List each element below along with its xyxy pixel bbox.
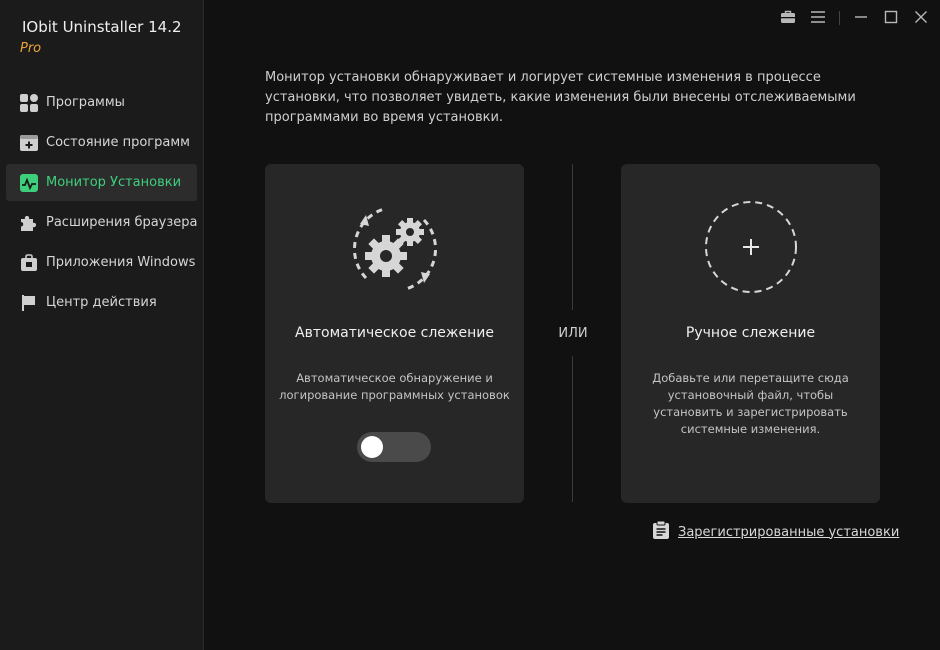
action-center-icon	[19, 293, 39, 313]
app-title: IObit Uninstaller 14.2	[22, 18, 182, 36]
program-status-icon	[19, 133, 39, 153]
sidebar-item-label: Расширения браузера	[46, 215, 198, 230]
sidebar-item-label: Состояние программ	[46, 135, 190, 150]
install-monitor-description: Монитор установки обнаруживает и логируе…	[265, 70, 856, 125]
minimize-icon	[854, 9, 868, 28]
gears-sync-icon	[265, 194, 524, 304]
sidebar-item-install-monitor[interactable]: Монитор Установки	[6, 164, 197, 201]
menu-icon	[810, 9, 826, 28]
sidebar: IObit Uninstaller 14.2 Pro Программы Сос…	[0, 0, 204, 650]
sidebar-item-browser-extensions[interactable]: Расширения браузера	[6, 204, 198, 241]
install-monitor-icon	[19, 173, 39, 193]
app-window: IObit Uninstaller 14.2 Pro Программы Сос…	[0, 0, 940, 650]
add-file-dropzone[interactable]	[621, 194, 880, 304]
sidebar-item-label: Приложения Windows	[46, 255, 196, 270]
or-label: ИЛИ	[558, 326, 588, 341]
maximize-button[interactable]	[876, 0, 906, 36]
toggle-knob	[361, 436, 383, 458]
sidebar-item-windows-apps[interactable]: Приложения Windows	[6, 244, 197, 281]
close-icon	[914, 9, 928, 28]
close-button[interactable]	[906, 0, 936, 36]
sidebar-item-label: Центр действия	[46, 295, 157, 310]
divider-line-top	[572, 164, 573, 310]
programs-icon	[19, 93, 39, 113]
manual-tracking-title: Ручное слежение	[685, 325, 816, 341]
window-controls	[773, 0, 940, 36]
clipboard-icon	[652, 520, 670, 544]
sidebar-item-label: Программы	[46, 95, 125, 110]
minimize-button[interactable]	[846, 0, 876, 36]
registered-installs-label: Зарегистрированные установки	[678, 524, 900, 540]
auto-tracking-title: Автоматическое слежение	[295, 325, 494, 341]
auto-tracking-description: Автоматическое обнаружение и логирование…	[279, 371, 510, 402]
registered-installs-link[interactable]: Зарегистрированные установки	[652, 520, 899, 544]
auto-tracking-card: Автоматическое слежение Автоматическое о…	[265, 164, 524, 503]
divider-line-bottom	[572, 356, 573, 502]
puzzle-icon	[19, 213, 39, 233]
manual-tracking-card[interactable]: Ручное слежение Добавьте или перетащите …	[621, 164, 880, 503]
auto-tracking-toggle[interactable]	[357, 432, 431, 462]
toolbox-button[interactable]	[773, 0, 803, 36]
manual-tracking-description: Добавьте или перетащите сюда установочны…	[652, 371, 849, 436]
windows-apps-icon	[19, 253, 39, 273]
sidebar-item-program-status[interactable]: Состояние программ	[6, 124, 197, 161]
app-edition: Pro	[20, 41, 42, 56]
plus-circle-icon	[704, 201, 797, 293]
sidebar-item-label: Монитор Установки	[46, 175, 182, 190]
window-controls-separator	[839, 11, 840, 25]
menu-button[interactable]	[803, 0, 833, 36]
sidebar-nav: Программы Состояние программ Монитор Уст…	[6, 84, 198, 324]
sidebar-item-programs[interactable]: Программы	[6, 84, 197, 121]
toolbox-icon	[780, 9, 796, 28]
maximize-icon	[884, 9, 898, 28]
sidebar-item-action-center[interactable]: Центр действия	[6, 284, 197, 321]
